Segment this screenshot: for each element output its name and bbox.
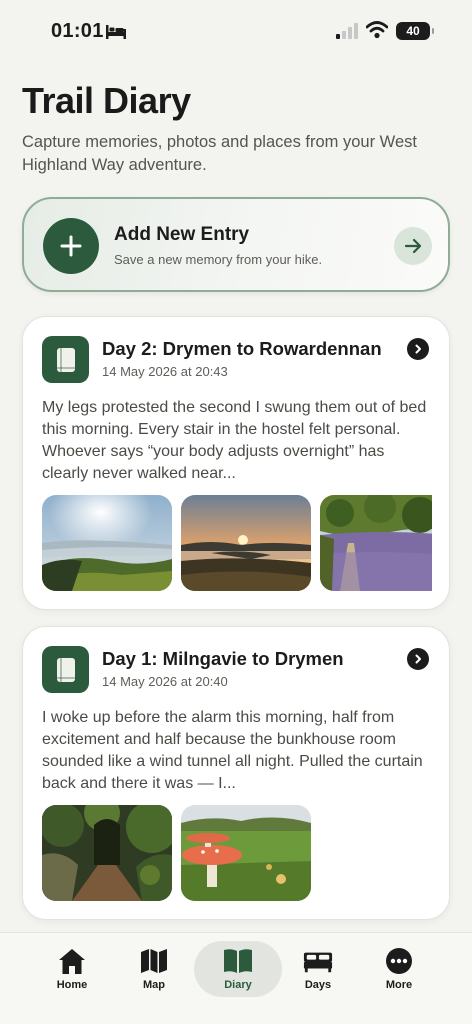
tab-days[interactable]: Days xyxy=(277,941,359,997)
plus-icon xyxy=(43,218,99,274)
bed-icon xyxy=(303,947,333,975)
diary-entry-card[interactable]: Day 2: Drymen to Rowardennan 14 May 2026… xyxy=(22,316,450,610)
tab-home[interactable]: Home xyxy=(31,941,113,997)
entry-date: 14 May 2026 at 20:43 xyxy=(102,364,228,379)
status-bar: 01:01 40 xyxy=(0,0,472,62)
toadstool-field-photo[interactable] xyxy=(181,805,311,901)
tab-label: Days xyxy=(304,979,332,991)
battery-indicator: 40 xyxy=(396,22,434,40)
hillside-loch-photo[interactable] xyxy=(42,495,172,591)
add-entry-title: Add New Entry xyxy=(114,224,250,245)
bluebell-path-photo[interactable] xyxy=(320,495,432,591)
tab-label: Map xyxy=(143,979,165,991)
status-time: 01:01 xyxy=(51,20,104,42)
photo-strip xyxy=(42,805,432,901)
tab-label: Diary xyxy=(224,979,252,991)
add-new-entry-button[interactable]: Add New Entry Save a new memory from you… xyxy=(22,197,450,292)
sleep-focus-icon xyxy=(106,25,126,39)
diary-entry-card[interactable]: Day 1: Milngavie to Drymen 14 May 2026 a… xyxy=(22,626,450,920)
entry-date: 14 May 2026 at 20:40 xyxy=(102,674,228,689)
add-entry-subtitle: Save a new memory from your hike. xyxy=(114,252,323,267)
book-icon xyxy=(42,646,89,693)
entry-excerpt: My legs protested the second I swung the… xyxy=(42,399,427,482)
wifi-icon xyxy=(366,21,388,39)
ellipsis-icon xyxy=(384,947,414,975)
photo-strip xyxy=(42,495,432,591)
woodland-tunnel-photo[interactable] xyxy=(42,805,172,901)
cellular-signal-icon xyxy=(336,23,358,39)
tab-more[interactable]: More xyxy=(358,941,440,997)
page-title: Trail Diary xyxy=(22,80,191,121)
book-icon xyxy=(42,336,89,383)
entry-title: Day 1: Milngavie to Drymen xyxy=(102,648,344,669)
map-icon xyxy=(139,947,169,975)
sunset-loch-photo[interactable] xyxy=(181,495,311,591)
entry-title: Day 2: Drymen to Rowardennan xyxy=(102,338,382,359)
tab-bar: Home Map Diary Days More xyxy=(0,932,472,1024)
entry-excerpt: I woke up before the alarm this morning,… xyxy=(42,709,423,792)
tab-map[interactable]: Map xyxy=(113,941,195,997)
tab-label: Home xyxy=(56,979,88,991)
chevron-right-icon[interactable] xyxy=(407,648,429,670)
house-icon xyxy=(57,947,87,975)
chevron-right-icon[interactable] xyxy=(407,338,429,360)
page-subtitle: Capture memories, photos and places from… xyxy=(22,133,417,174)
tab-diary[interactable]: Diary xyxy=(194,941,282,997)
arrow-right-icon xyxy=(394,227,432,265)
book-open-icon xyxy=(223,947,253,975)
tab-label: More xyxy=(385,979,413,991)
